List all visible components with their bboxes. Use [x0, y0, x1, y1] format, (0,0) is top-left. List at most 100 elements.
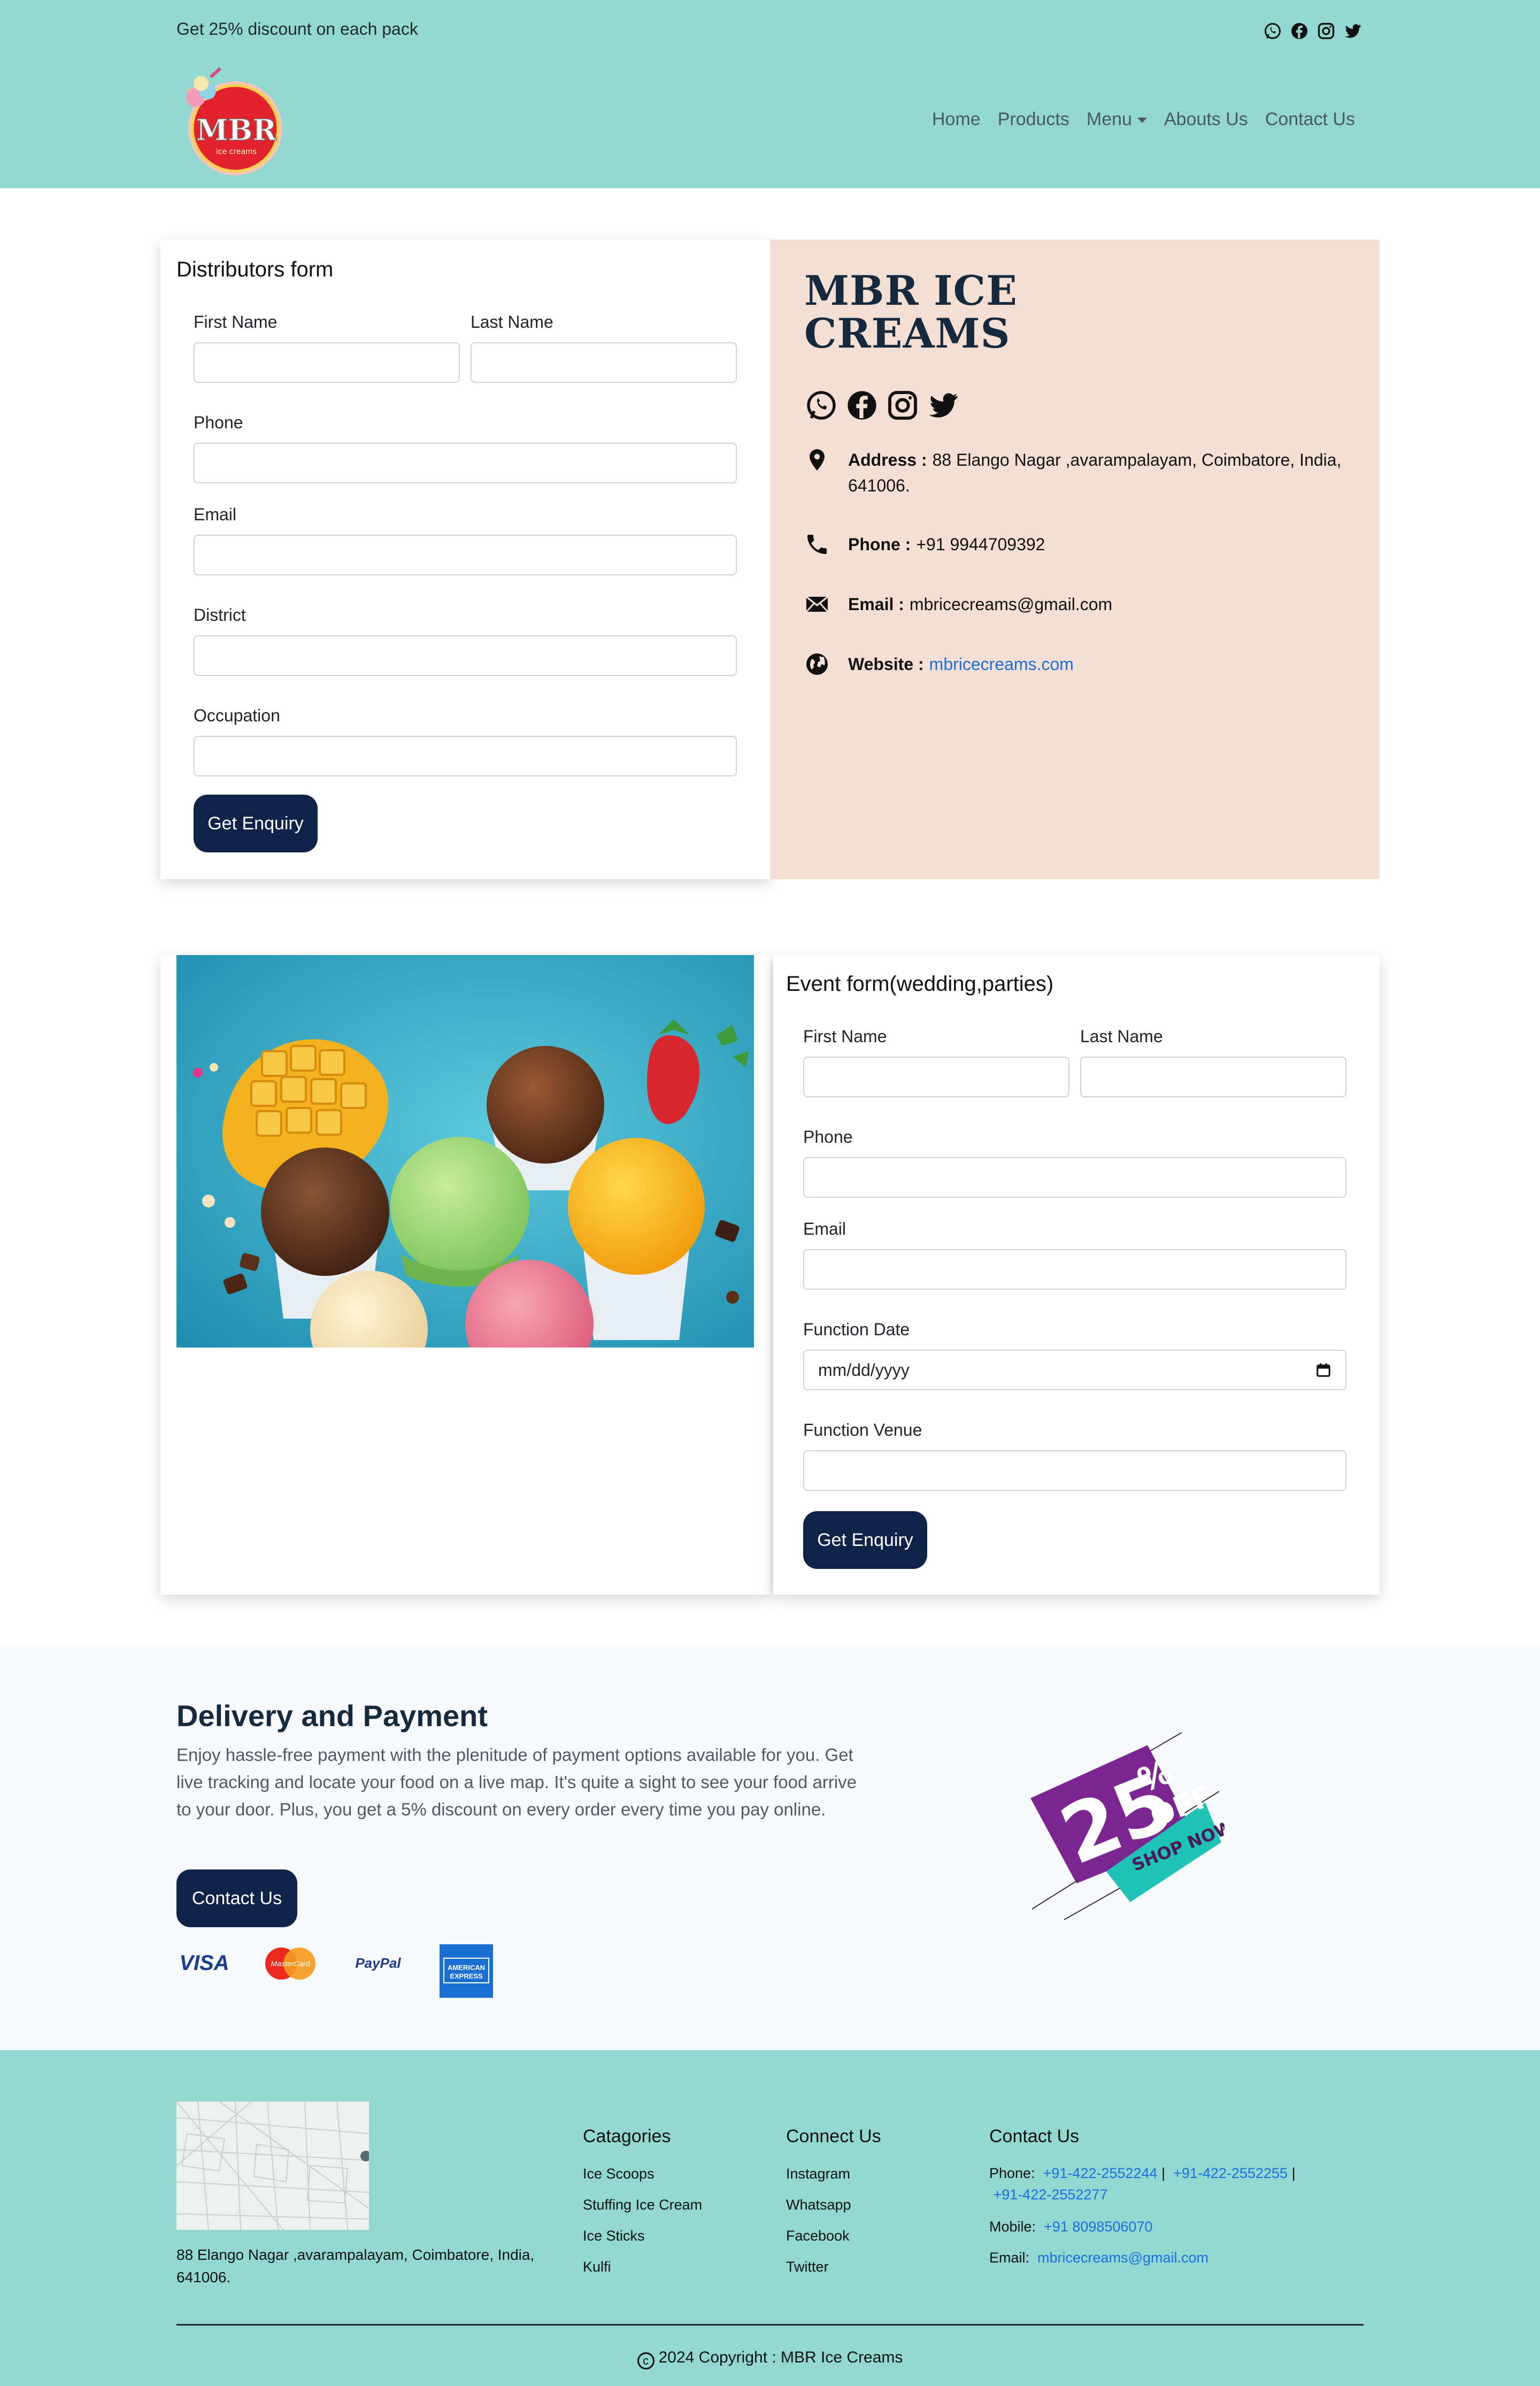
event-first-name-input[interactable]: [803, 1057, 1069, 1097]
nav-contact[interactable]: Contact Us: [1265, 109, 1355, 130]
phone-row: Phone : +91 9944709392: [804, 532, 1045, 557]
footer-phone-link-3[interactable]: +91-422-2552277: [994, 2187, 1108, 2203]
twitter-icon[interactable]: [1343, 21, 1362, 41]
footer-social-link[interactable]: Whatsapp: [786, 2197, 851, 2213]
function-venue-input[interactable]: [803, 1450, 1346, 1491]
phone-label: Phone :: [848, 535, 911, 554]
email-input[interactable]: [194, 535, 737, 575]
event-enquiry-button[interactable]: Get Enquiry: [803, 1511, 927, 1569]
visa-text: VISA: [179, 1951, 229, 1975]
nav-menu-dropdown[interactable]: Menu: [1087, 109, 1147, 130]
footer-mobile-link[interactable]: +91 8098506070: [1044, 2219, 1152, 2235]
footer-category-link[interactable]: Stuffing Ice Cream: [583, 2197, 702, 2213]
header-social-links: [1263, 21, 1362, 41]
phone-label: Phone: [194, 413, 243, 432]
mastercard-text: MasterCard: [271, 1959, 310, 1968]
ice-cream-image: [176, 955, 754, 1348]
email-value: mbricecreams@gmail.com: [909, 595, 1113, 614]
footer-social-link[interactable]: Instagram: [786, 2166, 850, 2182]
phone-input[interactable]: [194, 443, 737, 483]
distributors-form-card: Distributors form First Name Last Name P…: [160, 240, 770, 879]
footer-social-link[interactable]: Twitter: [786, 2259, 829, 2275]
footer-mobile-row: Mobile: +91 8098506070: [989, 2216, 1374, 2237]
phone-icon: [807, 535, 827, 554]
svg-text:AMERICAN: AMERICAN: [448, 1964, 485, 1972]
facebook-icon[interactable]: [1290, 21, 1309, 41]
event-form-title: Event form(wedding,parties): [786, 972, 1054, 996]
brand-name: MBR ICE CREAMS: [804, 270, 1018, 355]
copyright-icon: c: [637, 2352, 654, 2369]
nav-products[interactable]: Products: [998, 109, 1069, 130]
envelope-icon: [805, 596, 829, 612]
phone-value: +91 9944709392: [916, 535, 1045, 554]
twitter-icon[interactable]: [926, 388, 960, 422]
distributor-enquiry-button[interactable]: Get Enquiry: [194, 795, 318, 852]
district-input[interactable]: [194, 635, 737, 676]
svg-text:MBR: MBR: [196, 113, 277, 147]
occupation-input[interactable]: [194, 736, 737, 776]
categories-title: Catagories: [583, 2126, 671, 2146]
whatsapp-icon[interactable]: [1263, 21, 1282, 41]
instagram-icon[interactable]: [886, 388, 920, 422]
event-email-input[interactable]: [803, 1249, 1346, 1290]
calendar-icon[interactable]: [1315, 1362, 1331, 1378]
footer-email-row: Email: mbricecreams@gmail.com: [989, 2247, 1374, 2268]
svg-text:EXPRESS: EXPRESS: [450, 1972, 483, 1980]
last-name-label: Last Name: [471, 312, 553, 332]
footer-phone-link-2[interactable]: +91-422-2552255: [1173, 2165, 1288, 2181]
visa-icon: VISA: [179, 1951, 229, 1975]
website-label: Website :: [848, 655, 924, 674]
footer-category-link[interactable]: Ice Sticks: [583, 2228, 645, 2244]
copyright-text: 2024 Copyright : MBR Ice Creams: [658, 2349, 903, 2366]
event-last-name-input[interactable]: [1080, 1057, 1346, 1097]
facebook-icon[interactable]: [845, 388, 879, 422]
footer-social-link[interactable]: Facebook: [786, 2228, 850, 2244]
delivery-description: Enjoy hassle-free payment with the pleni…: [176, 1745, 857, 1819]
footer-category-link[interactable]: Kulfi: [583, 2259, 611, 2275]
footer-mobile-label: Mobile:: [989, 2219, 1036, 2235]
chevron-down-icon: [1137, 118, 1147, 124]
nav-about[interactable]: Abouts Us: [1164, 109, 1248, 130]
amex-icon: AMERICAN EXPRESS: [440, 1944, 493, 1998]
occupation-label: Occupation: [194, 706, 280, 725]
event-last-name-label: Last Name: [1080, 1027, 1163, 1046]
contact-info-panel: MBR ICE CREAMS Address :88 Elango Nagar …: [770, 240, 1380, 879]
location-pin-icon: [810, 449, 825, 471]
last-name-input[interactable]: [471, 342, 737, 383]
function-date-input[interactable]: mm/dd/yyyy: [803, 1350, 1346, 1390]
mbr-logo[interactable]: MBR ice creams: [176, 65, 283, 178]
footer-contact-title: Contact Us: [989, 2126, 1080, 2146]
brand-line-1: MBR ICE: [804, 267, 1018, 314]
event-form-card: Event form(wedding,parties) First Name L…: [773, 955, 1380, 1595]
connect-title: Connect Us: [786, 2126, 881, 2146]
discount-badge[interactable]: 25 % OFF SHOP NOW: [1021, 1700, 1225, 1925]
footer-phone-link-1[interactable]: +91-422-2552244: [1043, 2165, 1158, 2181]
footer-divider: [176, 2324, 1364, 2326]
nav-home[interactable]: Home: [932, 109, 981, 130]
info-social-links: [804, 388, 960, 422]
location-map[interactable]: [176, 2102, 369, 2230]
footer-email-label: Email:: [989, 2250, 1030, 2266]
phone-separator: |: [1161, 2165, 1166, 2181]
footer-email-link[interactable]: mbricecreams@gmail.com: [1037, 2250, 1208, 2266]
footer-phone-row: Phone: +91-422-2552244 | +91-422-2552255…: [989, 2162, 1374, 2205]
mastercard-icon: MasterCard: [265, 1948, 315, 1980]
copyright: c 2024 Copyright : MBR Ice Creams: [0, 2349, 1540, 2369]
whatsapp-icon[interactable]: [804, 388, 838, 422]
site-footer: 88 Elango Nagar ,avarampalayam, Coimbato…: [0, 2050, 1540, 2386]
delivery-title: Delivery and Payment: [176, 1699, 488, 1733]
event-phone-input[interactable]: [803, 1157, 1346, 1198]
footer-category-link[interactable]: Ice Scoops: [583, 2166, 654, 2182]
website-link[interactable]: mbricecreams.com: [929, 651, 1074, 677]
first-name-input[interactable]: [194, 342, 460, 383]
website-row: Website : mbricecreams.com: [804, 651, 1074, 677]
delivery-contact-button[interactable]: Contact Us: [176, 1869, 297, 1927]
footer-address: 88 Elango Nagar ,avarampalayam, Coimbato…: [176, 2246, 535, 2285]
brand-line-2: CREAMS: [804, 309, 1011, 357]
nav-menu-label: Menu: [1086, 109, 1132, 129]
email-label: Email :: [848, 595, 904, 614]
globe-icon: [806, 653, 828, 675]
instagram-icon[interactable]: [1316, 21, 1336, 41]
event-email-label: Email: [803, 1219, 846, 1238]
footer-phone-label: Phone:: [989, 2165, 1035, 2181]
